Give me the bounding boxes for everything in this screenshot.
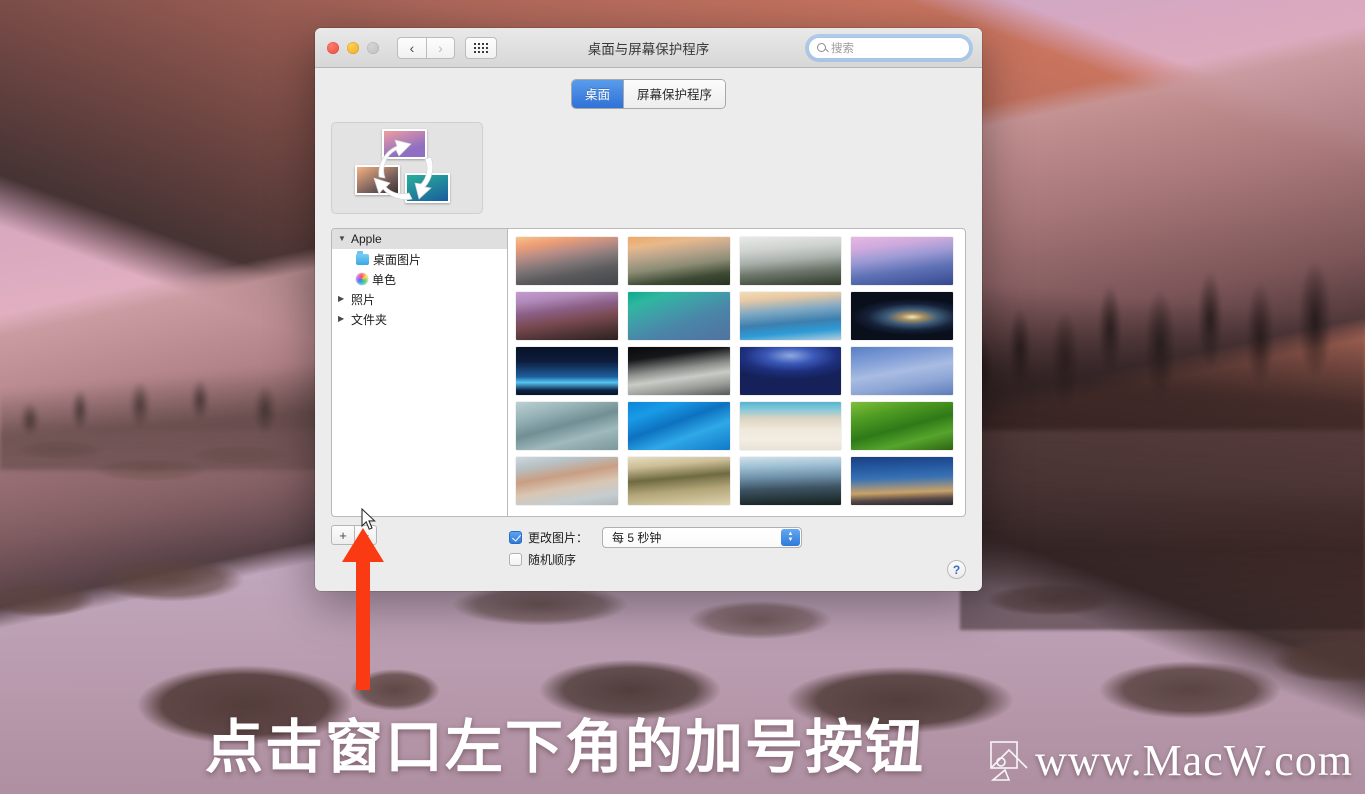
wallpaper-thumbnail[interactable] — [516, 457, 618, 505]
search-input[interactable]: 搜索 — [808, 36, 970, 59]
sidebar-item-photos[interactable]: ▶ 照片 — [332, 289, 507, 309]
search-icon — [817, 43, 826, 52]
change-picture-row: 更改图片： 每 5 秒钟 ▲ ▼ — [509, 526, 803, 548]
interval-value: 每 5 秒钟 — [612, 530, 662, 545]
sidebar-item-label: 照片 — [351, 292, 376, 307]
wallpaper-thumbnail[interactable] — [516, 237, 618, 285]
tab-desktop[interactable]: 桌面 — [571, 80, 623, 108]
wallpaper-thumbnail[interactable] — [851, 402, 953, 450]
wallpaper-thumbnail[interactable] — [739, 402, 842, 450]
help-button[interactable]: ? — [947, 560, 966, 579]
window-titlebar: ‹ › 桌面与屏幕保护程序 搜索 — [315, 28, 982, 68]
annotation-arrow-up — [342, 528, 384, 690]
zoom-button — [367, 41, 379, 54]
wallpaper-thumbnail[interactable] — [627, 457, 730, 505]
interval-dropdown[interactable]: 每 5 秒钟 ▲ ▼ — [602, 526, 803, 548]
show-all-grid-button[interactable] — [465, 36, 497, 59]
sidebar-item-solid-colors[interactable]: 单色 — [332, 269, 507, 289]
source-list: ▼ Apple 桌面图片 单色 ▶ 照片 ▶ 文件夹 — [331, 228, 507, 517]
folder-icon — [356, 251, 369, 265]
watermark: www.MacW.com — [989, 735, 1353, 786]
chevron-down-icon[interactable]: ▼ — [338, 235, 347, 243]
minimize-button[interactable] — [347, 41, 359, 54]
wallpaper-thumbnail[interactable] — [516, 292, 618, 340]
wallpaper-grid-pane[interactable] — [507, 228, 966, 517]
sidebar-item-label: 文件夹 — [351, 312, 388, 327]
wallpaper-thumbnail[interactable] — [627, 347, 730, 395]
preview-row — [331, 122, 966, 214]
chevron-right-icon[interactable]: ▶ — [338, 315, 347, 323]
chevron-right-icon[interactable]: ▶ — [338, 295, 347, 303]
random-order-label: 随机顺序 — [528, 552, 577, 567]
sidebar-item-folders[interactable]: ▶ 文件夹 — [332, 309, 507, 329]
sidebar-item-label: 桌面图片 — [373, 252, 422, 267]
color-wheel-icon — [356, 273, 368, 285]
tab-bar: 桌面 屏幕保护程序 — [331, 80, 966, 108]
grid-icon — [474, 42, 488, 53]
wallpaper-thumbnail[interactable] — [516, 402, 618, 450]
wallpaper-thumbnail[interactable] — [851, 347, 953, 395]
content-row: ▼ Apple 桌面图片 单色 ▶ 照片 ▶ 文件夹 — [331, 228, 966, 517]
window-body: 桌面 屏幕保护程序 ▼ Apple 桌面图片 单色 ▶ 照片 ▶ 文件夹 — [315, 68, 982, 517]
wallpaper-thumbnail[interactable] — [739, 457, 842, 505]
options-group: 更改图片： 每 5 秒钟 ▲ ▼ 随机顺序 — [509, 525, 803, 591]
wallpaper-thumbnail[interactable] — [851, 457, 953, 505]
tab-screensaver[interactable]: 屏幕保护程序 — [623, 80, 726, 108]
window-footer: + − 更改图片： 每 5 秒钟 ▲▼ 随机顺序 — [315, 517, 982, 591]
wallpaper-thumbnail[interactable] — [627, 292, 730, 340]
macw-logo-icon — [990, 740, 1028, 781]
wallpaper-thumbnail[interactable] — [739, 237, 842, 285]
wallpaper-thumbnail[interactable] — [739, 347, 842, 395]
wallpaper-thumbnail[interactable] — [627, 237, 730, 285]
search-placeholder: 搜索 — [831, 42, 854, 55]
chevron-updown-icon: ▲ ▼ — [781, 528, 801, 546]
screen: ‹ › 桌面与屏幕保护程序 搜索 桌面 屏幕保护程序 ▼ Apple 桌面图片 … — [0, 0, 1365, 794]
watermark-text: www.MacW.com — [1035, 736, 1353, 785]
sidebar-item-label: Apple — [351, 232, 382, 246]
wallpaper-grid — [516, 237, 965, 505]
change-picture-label: 更改图片： — [528, 530, 589, 545]
wallpaper-thumbnail[interactable] — [516, 347, 618, 395]
desktop-screensaver-preferences-window: ‹ › 桌面与屏幕保护程序 搜索 桌面 屏幕保护程序 ▼ Apple 桌面图片 … — [315, 28, 982, 591]
close-button[interactable] — [327, 41, 339, 54]
instruction-caption: 点击窗口左下角的加号按钮 — [205, 713, 926, 781]
wallpaper-thumbnail[interactable] — [851, 292, 953, 340]
rotating-images-icon — [355, 129, 459, 207]
sidebar-item-desktop-pictures[interactable]: 桌面图片 — [332, 249, 507, 269]
desktop-preview[interactable] — [331, 122, 483, 214]
wallpaper-thumbnail[interactable] — [627, 402, 730, 450]
traffic-lights — [327, 41, 379, 54]
change-picture-checkbox[interactable] — [509, 530, 522, 544]
wallpaper-thumbnail[interactable] — [739, 292, 842, 340]
tab-group: 桌面 屏幕保护程序 — [571, 80, 726, 108]
sidebar-item-apple[interactable]: ▼ Apple — [332, 229, 507, 249]
back-button[interactable]: ‹ — [397, 36, 426, 59]
wallpaper-trees-right — [960, 170, 1365, 630]
forward-button: › — [426, 36, 455, 59]
nav-buttons: ‹ › — [397, 36, 455, 59]
rotation-arrows-icon — [373, 139, 433, 200]
wallpaper-thumbnail[interactable] — [851, 237, 953, 285]
random-order-checkbox[interactable] — [509, 552, 522, 566]
search-container: 搜索 — [808, 36, 970, 59]
sidebar-item-label: 单色 — [372, 272, 397, 287]
random-order-row: 随机顺序 — [509, 548, 802, 570]
